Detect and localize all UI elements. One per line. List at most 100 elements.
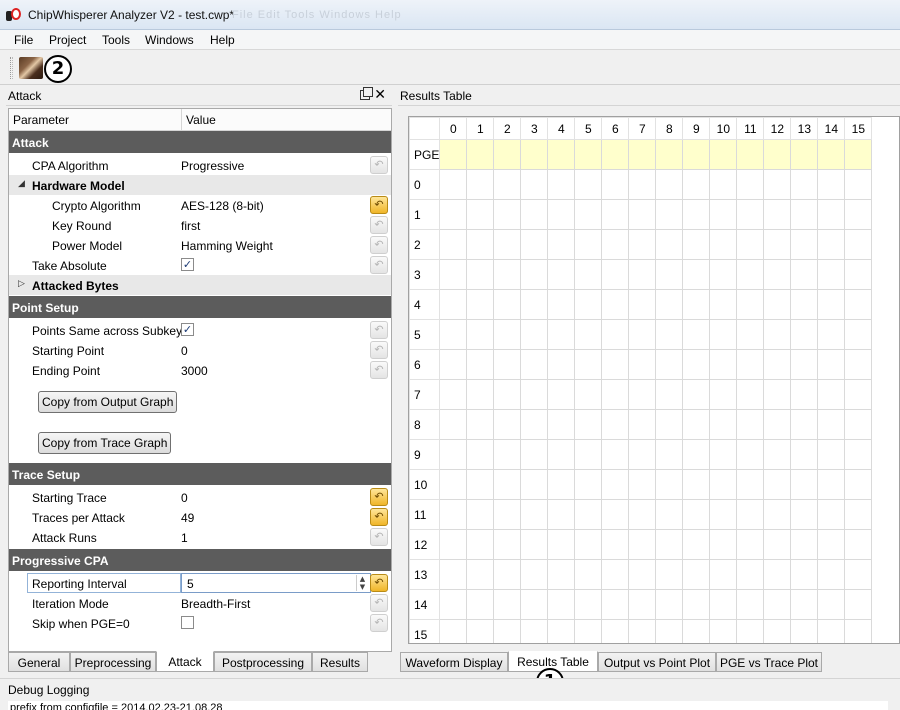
table-cell[interactable] — [628, 229, 657, 260]
table-cell[interactable] — [682, 439, 711, 470]
table-cell[interactable] — [520, 349, 549, 380]
row-header[interactable]: 8 — [409, 409, 441, 440]
close-icon[interactable]: ✕ — [374, 87, 386, 103]
table-cell[interactable] — [709, 439, 738, 470]
row-header[interactable]: 1 — [409, 199, 441, 230]
table-cell[interactable] — [790, 379, 819, 410]
table-row[interactable]: 8 — [409, 409, 873, 440]
tab-pge-vs-trace-plot[interactable]: PGE vs Trace Plot — [716, 652, 822, 672]
reporting-interval-input[interactable]: 5 — [181, 573, 371, 593]
table-cell[interactable] — [655, 199, 684, 230]
table-cell[interactable] — [736, 529, 765, 560]
table-cell[interactable] — [790, 319, 819, 350]
table-cell[interactable] — [628, 379, 657, 410]
table-cell[interactable] — [520, 499, 549, 530]
reset-icon[interactable]: ↶ — [370, 236, 388, 254]
table-cell[interactable] — [844, 409, 873, 440]
table-cell[interactable] — [628, 349, 657, 380]
table-cell[interactable] — [493, 139, 522, 170]
table-cell[interactable] — [709, 349, 738, 380]
table-cell[interactable] — [655, 289, 684, 320]
table-cell[interactable] — [763, 289, 792, 320]
table-cell[interactable] — [763, 499, 792, 530]
table-cell[interactable] — [790, 559, 819, 590]
table-cell[interactable] — [439, 289, 468, 320]
table-cell[interactable] — [439, 619, 468, 643]
tab-attack[interactable]: Attack — [156, 651, 214, 672]
table-cell[interactable] — [682, 139, 711, 170]
tab-results[interactable]: Results — [312, 652, 368, 672]
row-header[interactable]: 2 — [409, 229, 441, 260]
table-cell[interactable] — [547, 619, 576, 643]
table-cell[interactable] — [736, 499, 765, 530]
table-cell[interactable] — [493, 529, 522, 560]
table-cell[interactable] — [736, 259, 765, 290]
table-cell[interactable] — [493, 169, 522, 200]
table-cell[interactable] — [520, 439, 549, 470]
table-row[interactable]: 3 — [409, 259, 873, 290]
column-header[interactable]: 10 — [709, 117, 738, 140]
table-cell[interactable] — [682, 619, 711, 643]
table-cell[interactable] — [844, 439, 873, 470]
table-cell[interactable] — [817, 409, 846, 440]
param-row-key-round[interactable]: Key Round first ↶ — [9, 215, 391, 235]
table-cell[interactable] — [466, 439, 495, 470]
spin-arrows-icon[interactable]: ▲ ▼ — [356, 575, 368, 591]
table-cell[interactable] — [709, 469, 738, 500]
table-cell[interactable] — [817, 169, 846, 200]
table-cell[interactable] — [628, 499, 657, 530]
table-cell[interactable] — [844, 169, 873, 200]
table-cell[interactable] — [547, 229, 576, 260]
collapse-arrow-icon[interactable]: ▷ — [18, 279, 25, 289]
table-cell[interactable] — [520, 379, 549, 410]
table-cell[interactable] — [655, 469, 684, 500]
table-cell[interactable] — [466, 259, 495, 290]
table-cell[interactable] — [574, 289, 603, 320]
table-cell[interactable] — [763, 319, 792, 350]
subgroup-attacked-bytes[interactable]: ▷ Attacked Bytes — [9, 275, 391, 295]
table-cell[interactable] — [493, 439, 522, 470]
table-cell[interactable] — [763, 469, 792, 500]
tab-output-vs-point-plot[interactable]: Output vs Point Plot — [598, 652, 716, 672]
table-cell[interactable] — [520, 259, 549, 290]
table-cell[interactable] — [709, 559, 738, 590]
table-cell[interactable] — [493, 589, 522, 620]
table-cell[interactable] — [682, 499, 711, 530]
menu-tools[interactable]: Tools — [102, 33, 130, 47]
table-cell[interactable] — [682, 199, 711, 230]
column-header[interactable]: 9 — [682, 117, 711, 140]
table-cell[interactable] — [493, 229, 522, 260]
table-cell[interactable] — [790, 439, 819, 470]
table-cell[interactable] — [628, 559, 657, 590]
reset-icon[interactable]: ↶ — [370, 256, 388, 274]
table-cell[interactable] — [574, 439, 603, 470]
table-cell[interactable] — [601, 229, 630, 260]
column-header[interactable]: 12 — [763, 117, 792, 140]
table-row[interactable]: 5 — [409, 319, 873, 350]
table-cell[interactable] — [655, 379, 684, 410]
table-cell[interactable] — [466, 199, 495, 230]
table-cell[interactable] — [466, 619, 495, 643]
table-cell[interactable] — [628, 139, 657, 170]
table-cell[interactable] — [844, 259, 873, 290]
table-cell[interactable] — [655, 559, 684, 590]
column-header[interactable]: 14 — [817, 117, 846, 140]
table-cell[interactable] — [493, 289, 522, 320]
table-cell[interactable] — [628, 529, 657, 560]
table-cell[interactable] — [682, 469, 711, 500]
table-row[interactable]: 10 — [409, 469, 873, 500]
table-cell[interactable] — [466, 409, 495, 440]
table-cell[interactable] — [709, 259, 738, 290]
table-cell[interactable] — [844, 559, 873, 590]
table-cell[interactable] — [655, 349, 684, 380]
table-cell[interactable] — [682, 589, 711, 620]
tab-preprocessing[interactable]: Preprocessing — [70, 652, 156, 672]
table-cell[interactable] — [817, 469, 846, 500]
results-table[interactable]: 0 1 2 3 4 5 6 7 8 9 10 11 12 13 14 15 PGE 0 1 2 3 4 5 6 7 8 9 10 11… — [409, 117, 873, 643]
table-cell[interactable] — [682, 229, 711, 260]
expand-arrow-icon[interactable]: ◢ — [18, 179, 25, 189]
table-cell[interactable] — [817, 619, 846, 643]
table-cell[interactable] — [655, 619, 684, 643]
table-cell[interactable] — [736, 349, 765, 380]
table-cell[interactable] — [439, 469, 468, 500]
